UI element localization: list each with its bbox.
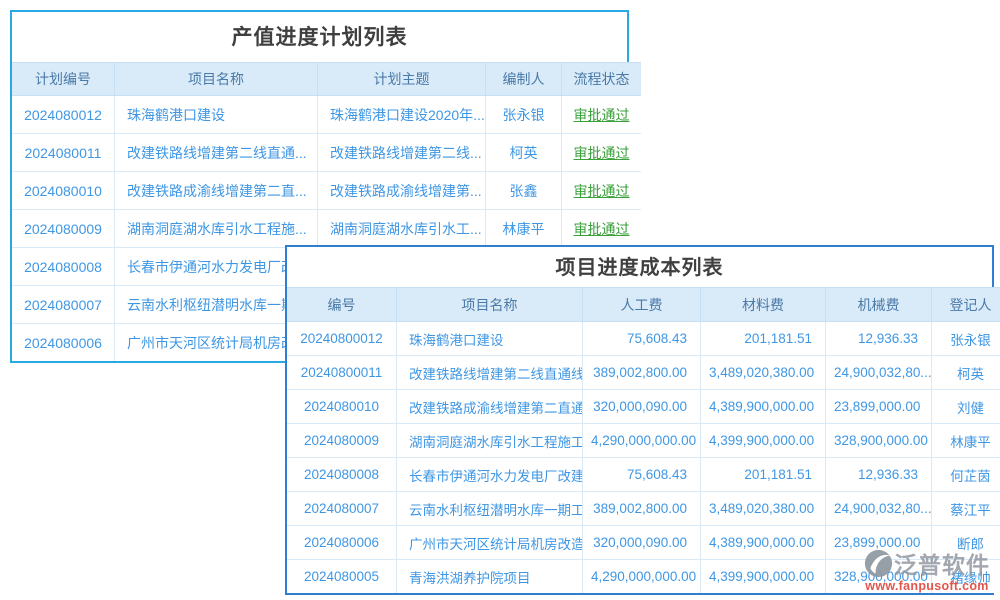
registrant-cell: 何芷茵 <box>932 458 1000 492</box>
plan-subject-cell: 改建铁路线增建第二线... <box>318 134 486 172</box>
project-name-cell[interactable]: 改建铁路成渝线增建第二直通... <box>397 390 583 424</box>
cost-id-cell[interactable]: 2024080005 <box>287 560 397 594</box>
cost-id-cell[interactable]: 20240800012 <box>287 322 397 356</box>
project-name-cell[interactable]: 改建铁路成渝线增建第二直... <box>115 172 318 210</box>
project-name-cell[interactable]: 广州市天河区统计局机房改造... <box>397 526 583 560</box>
project-name-cell[interactable]: 湖南洞庭湖水库引水工程施工... <box>397 424 583 458</box>
labor-cost-cell: 4,290,000,000.00 <box>583 560 701 594</box>
registrant-cell: 林康平 <box>932 424 1000 458</box>
plan-id-cell[interactable]: 2024080008 <box>12 248 115 286</box>
cost-id-cell[interactable]: 2024080006 <box>287 526 397 560</box>
watermark-url-text: www.fanpusoft.com <box>857 579 997 593</box>
labor-cost-cell: 4,290,000,000.00 <box>583 424 701 458</box>
column-header-machine-cost: 机械费 <box>826 288 932 322</box>
column-header-compiler: 编制人 <box>486 63 562 96</box>
status-cell[interactable]: 审批通过 <box>562 172 642 210</box>
material-cost-cell: 201,181.51 <box>701 322 826 356</box>
column-header-status: 流程状态 <box>562 63 642 96</box>
material-cost-cell: 201,181.51 <box>701 458 826 492</box>
column-header-cost-id: 编号 <box>287 288 397 322</box>
column-header-project-name: 项目名称 <box>115 63 318 96</box>
plan-subject-cell: 改建铁路成渝线增建第... <box>318 172 486 210</box>
cost-id-cell[interactable]: 20240800011 <box>287 356 397 390</box>
compiler-cell: 张鑫 <box>486 172 562 210</box>
column-header-labor-cost: 人工费 <box>583 288 701 322</box>
cost-id-cell[interactable]: 2024080010 <box>287 390 397 424</box>
table-row[interactable]: 2024080007云南水利枢纽潜明水库一期工...389,002,800.00… <box>287 492 1000 526</box>
watermark: 泛普软件 www.fanpusoft.com <box>857 546 997 593</box>
material-cost-cell: 4,399,900,000.00 <box>701 560 826 594</box>
table-row[interactable]: 2024080008长春市伊通河水力发电厂改建...75,608.43201,1… <box>287 458 1000 492</box>
plan-id-cell[interactable]: 2024080006 <box>12 324 115 362</box>
status-cell[interactable]: 审批通过 <box>562 96 642 134</box>
plan-list-title: 产值进度计划列表 <box>12 12 627 62</box>
project-name-cell[interactable]: 改建铁路线增建第二线直通... <box>115 134 318 172</box>
machine-cost-cell: 12,936.33 <box>826 322 932 356</box>
column-header-project-name: 项目名称 <box>397 288 583 322</box>
material-cost-cell: 3,489,020,380.00 <box>701 356 826 390</box>
compiler-cell: 张永银 <box>486 96 562 134</box>
cost-id-cell[interactable]: 2024080009 <box>287 424 397 458</box>
project-name-cell[interactable]: 长春市伊通河水力发电厂改建... <box>397 458 583 492</box>
registrant-cell: 张永银 <box>932 322 1000 356</box>
cost-list-title: 项目进度成本列表 <box>287 247 992 287</box>
status-cell[interactable]: 审批通过 <box>562 134 642 172</box>
project-name-cell[interactable]: 珠海鹤港口建设 <box>397 322 583 356</box>
plan-id-cell[interactable]: 2024080010 <box>12 172 115 210</box>
registrant-cell: 刘健 <box>932 390 1000 424</box>
plan-id-cell[interactable]: 2024080012 <box>12 96 115 134</box>
labor-cost-cell: 75,608.43 <box>583 458 701 492</box>
cost-id-cell[interactable]: 2024080008 <box>287 458 397 492</box>
material-cost-cell: 3,489,020,380.00 <box>701 492 826 526</box>
plan-id-cell[interactable]: 2024080009 <box>12 210 115 248</box>
table-row[interactable]: 20240800011改建铁路线增建第二线直通线...389,002,800.0… <box>287 356 1000 390</box>
cost-id-cell[interactable]: 2024080007 <box>287 492 397 526</box>
machine-cost-cell: 23,899,000.00 <box>826 390 932 424</box>
table-row[interactable]: 2024080010改建铁路成渝线增建第二直...改建铁路成渝线增建第...张鑫… <box>12 172 641 210</box>
table-row[interactable]: 2024080011改建铁路线增建第二线直通...改建铁路线增建第二线...柯英… <box>12 134 641 172</box>
plan-id-cell[interactable]: 2024080011 <box>12 134 115 172</box>
column-header-material-cost: 材料费 <box>701 288 826 322</box>
plan-id-cell[interactable]: 2024080007 <box>12 286 115 324</box>
project-name-cell[interactable]: 青海洪湖养护院项目 <box>397 560 583 594</box>
labor-cost-cell: 320,000,090.00 <box>583 526 701 560</box>
plan-subject-cell: 珠海鹤港口建设2020年... <box>318 96 486 134</box>
material-cost-cell: 4,389,900,000.00 <box>701 390 826 424</box>
registrant-cell: 柯英 <box>932 356 1000 390</box>
machine-cost-cell: 24,900,032,80... <box>826 492 932 526</box>
table-row[interactable]: 2024080009湖南洞庭湖水库引水工程施工...4,290,000,000.… <box>287 424 1000 458</box>
cost-header-row: 编号项目名称人工费材料费机械费登记人 <box>287 288 1000 322</box>
table-row[interactable]: 2024080010改建铁路成渝线增建第二直通...320,000,090.00… <box>287 390 1000 424</box>
watermark-brand-text: 泛普软件 <box>894 546 990 580</box>
registrant-cell: 蔡江平 <box>932 492 1000 526</box>
machine-cost-cell: 12,936.33 <box>826 458 932 492</box>
status-cell[interactable]: 审批通过 <box>562 210 642 248</box>
cost-list-window: 项目进度成本列表 编号项目名称人工费材料费机械费登记人 20240800012珠… <box>285 245 994 595</box>
project-name-cell[interactable]: 珠海鹤港口建设 <box>115 96 318 134</box>
machine-cost-cell: 328,900,000.00 <box>826 424 932 458</box>
machine-cost-cell: 24,900,032,80... <box>826 356 932 390</box>
labor-cost-cell: 389,002,800.00 <box>583 356 701 390</box>
column-header-registrant: 登记人 <box>932 288 1000 322</box>
compiler-cell: 柯英 <box>486 134 562 172</box>
plan-header-row: 计划编号项目名称计划主题编制人流程状态 <box>12 63 641 96</box>
material-cost-cell: 4,389,900,000.00 <box>701 526 826 560</box>
fanpu-logo-icon <box>864 549 893 578</box>
table-row[interactable]: 2024080009湖南洞庭湖水库引水工程施...湖南洞庭湖水库引水工...林康… <box>12 210 641 248</box>
project-name-cell[interactable]: 改建铁路线增建第二线直通线... <box>397 356 583 390</box>
project-name-cell[interactable]: 湖南洞庭湖水库引水工程施... <box>115 210 318 248</box>
labor-cost-cell: 389,002,800.00 <box>583 492 701 526</box>
column-header-plan-subject: 计划主题 <box>318 63 486 96</box>
labor-cost-cell: 320,000,090.00 <box>583 390 701 424</box>
project-name-cell[interactable]: 云南水利枢纽潜明水库一期工... <box>397 492 583 526</box>
table-row[interactable]: 20240800012珠海鹤港口建设75,608.43201,181.5112,… <box>287 322 1000 356</box>
plan-subject-cell: 湖南洞庭湖水库引水工... <box>318 210 486 248</box>
column-header-plan-id: 计划编号 <box>12 63 115 96</box>
labor-cost-cell: 75,608.43 <box>583 322 701 356</box>
material-cost-cell: 4,399,900,000.00 <box>701 424 826 458</box>
table-row[interactable]: 2024080012珠海鹤港口建设珠海鹤港口建设2020年...张永银审批通过 <box>12 96 641 134</box>
compiler-cell: 林康平 <box>486 210 562 248</box>
